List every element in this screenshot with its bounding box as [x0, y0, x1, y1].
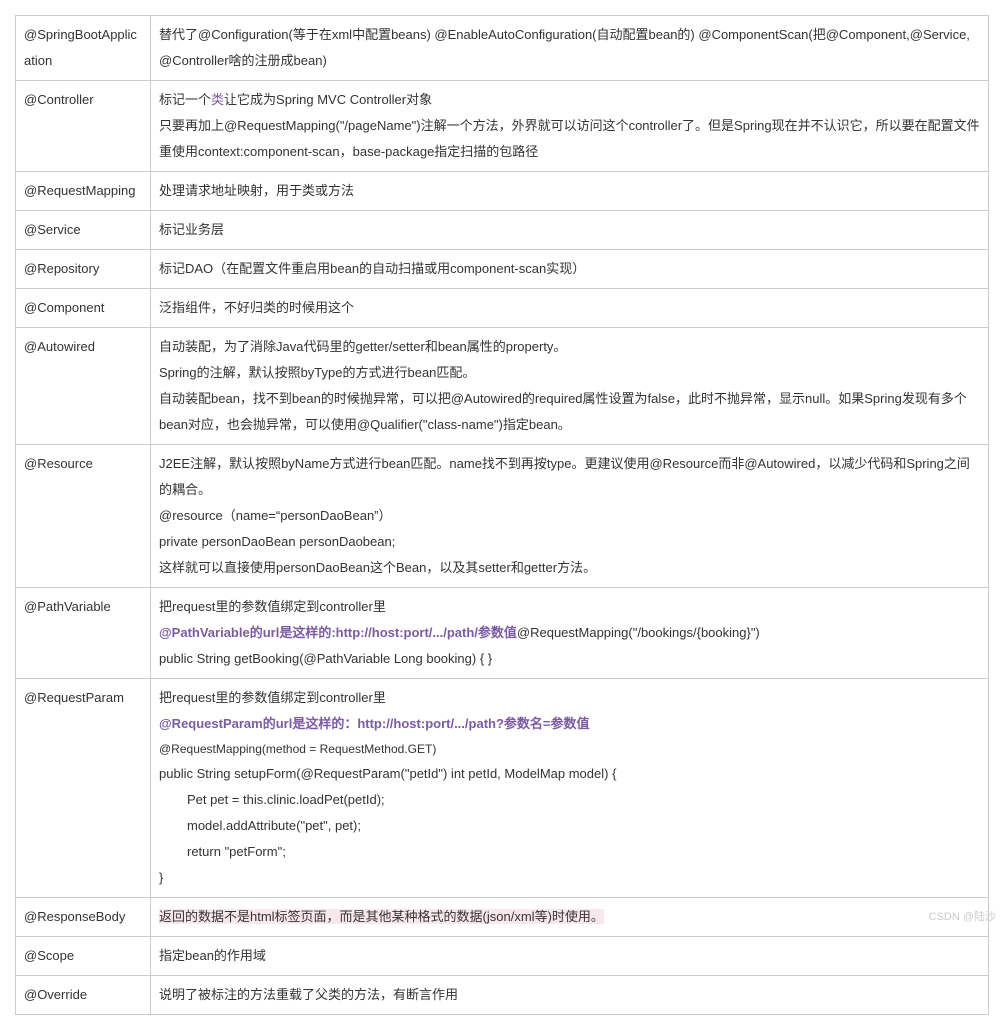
description-line: Pet pet = this.clinic.loadPet(petId); — [159, 787, 980, 813]
indented-code: Pet pet = this.clinic.loadPet(petId); — [159, 787, 980, 813]
annotation-name-cell: @Service — [16, 211, 151, 250]
annotation-description-cell: 标记DAO（在配置文件重启用bean的自动扫描或用component-scan实… — [151, 250, 989, 289]
description-line: J2EE注解，默认按照byName方式进行bean匹配。name找不到再按typ… — [159, 451, 980, 503]
annotation-name-cell: @Autowired — [16, 328, 151, 445]
annotation-description-cell: 标记业务层 — [151, 211, 989, 250]
description-line: @RequestMapping(method = RequestMethod.G… — [159, 737, 980, 761]
text-span: 类 — [211, 92, 224, 107]
annotation-name-cell: @RequestParam — [16, 679, 151, 898]
annotation-name-cell: @SpringBootApplication — [16, 16, 151, 81]
annotation-description-cell: 泛指组件，不好归类的时候用这个 — [151, 289, 989, 328]
table-row: @SpringBootApplication替代了@Configuration(… — [16, 16, 989, 81]
table-row: @Repository标记DAO（在配置文件重启用bean的自动扫描或用comp… — [16, 250, 989, 289]
description-line: @PathVariable的url是这样的:http://host:port/.… — [159, 620, 980, 646]
description-line: Spring的注解，默认按照byType的方式进行bean匹配。 — [159, 360, 980, 386]
annotation-description-cell: 说明了被标注的方法重载了父类的方法，有断言作用 — [151, 976, 989, 1015]
table-row: @Controller标记一个类让它成为Spring MVC Controlle… — [16, 81, 989, 172]
description-line: private personDaoBean personDaobean; — [159, 529, 980, 555]
annotation-description-cell: 指定bean的作用域 — [151, 937, 989, 976]
description-line: 标记一个类让它成为Spring MVC Controller对象 — [159, 87, 980, 113]
annotation-name-cell: @RequestMapping — [16, 172, 151, 211]
annotation-description-cell: 把request里的参数值绑定到controller里@RequestParam… — [151, 679, 989, 898]
description-line: } — [159, 865, 980, 891]
annotation-description-cell: 把request里的参数值绑定到controller里 @PathVariable… — [151, 588, 989, 679]
annotation-name-cell: @Scope — [16, 937, 151, 976]
annotation-description-cell: 替代了@Configuration(等于在xml中配置beans) @Enabl… — [151, 16, 989, 81]
table-row: @Override说明了被标注的方法重载了父类的方法，有断言作用 — [16, 976, 989, 1015]
text-span: @RequestMapping("/bookings/{booking}") — [517, 625, 760, 640]
text-span: 让它成为Spring MVC Controller对象 — [224, 92, 432, 107]
annotation-description-cell: 标记一个类让它成为Spring MVC Controller对象只要再加上@Re… — [151, 81, 989, 172]
description-line: 把request里的参数值绑定到controller里 — [159, 685, 980, 711]
description-line: public String setupForm(@RequestParam("p… — [159, 761, 980, 787]
table-row: @Component泛指组件，不好归类的时候用这个 — [16, 289, 989, 328]
annotation-name-cell: @Component — [16, 289, 151, 328]
text-span: @PathVariable的url是这样的:http://host:port/.… — [159, 625, 517, 640]
annotations-table: @SpringBootApplication替代了@Configuration(… — [15, 15, 989, 1015]
indented-code: return "petForm"; — [159, 839, 980, 865]
table-row: @Scope指定bean的作用域 — [16, 937, 989, 976]
text-span: 标记一个 — [159, 92, 211, 107]
description-line: 自动装配，为了消除Java代码里的getter/setter和bean属性的pr… — [159, 334, 980, 360]
description-line: @RequestParam的url是这样的：http://host:port/.… — [159, 711, 980, 737]
description-line: model.addAttribute("pet", pet); — [159, 813, 980, 839]
indented-code: model.addAttribute("pet", pet); — [159, 813, 980, 839]
description-line: public String getBooking(@PathVariable L… — [159, 646, 980, 672]
description-line: 自动装配bean，找不到bean的时候抛异常，可以把@Autowired的req… — [159, 386, 980, 438]
watermark: CSDN @陆沙 — [929, 908, 996, 924]
annotation-description-cell: 处理请求地址映射，用于类或方法 — [151, 172, 989, 211]
annotation-name-cell: @Controller — [16, 81, 151, 172]
highlighted-text: 返回的数据不是html标签页面，而是其他某种格式的数据(json/xml等)时使… — [159, 909, 604, 924]
description-line: 把request里的参数值绑定到controller里 — [159, 594, 980, 620]
annotation-name-cell: @Resource — [16, 445, 151, 588]
table-row: @RequestParam把request里的参数值绑定到controller里… — [16, 679, 989, 898]
description-line: 这样就可以直接使用personDaoBean这个Bean，以及其setter和g… — [159, 555, 980, 581]
description-line: @resource（name=“personDaoBean”） — [159, 503, 980, 529]
table-row: @ResourceJ2EE注解，默认按照byName方式进行bean匹配。nam… — [16, 445, 989, 588]
description-line: return "petForm"; — [159, 839, 980, 865]
annotation-name-cell: @Repository — [16, 250, 151, 289]
annotation-name-cell: @PathVariable — [16, 588, 151, 679]
table-row: @Autowired 自动装配，为了消除Java代码里的getter/setter… — [16, 328, 989, 445]
annotation-name-cell: @ResponseBody — [16, 898, 151, 937]
annotation-description-cell: 返回的数据不是html标签页面，而是其他某种格式的数据(json/xml等)时使… — [151, 898, 989, 937]
description-line: 只要再加上@RequestMapping("/pageName")注解一个方法，… — [159, 113, 980, 165]
table-row: @Service标记业务层 — [16, 211, 989, 250]
annotation-description-cell: J2EE注解，默认按照byName方式进行bean匹配。name找不到再按typ… — [151, 445, 989, 588]
annotation-name-cell: @Override — [16, 976, 151, 1015]
table-row: @ResponseBody 返回的数据不是html标签页面，而是其他某种格式的数据… — [16, 898, 989, 937]
table-row: @PathVariable把request里的参数值绑定到controller里… — [16, 588, 989, 679]
table-row: @RequestMapping处理请求地址映射，用于类或方法 — [16, 172, 989, 211]
annotation-description-cell: 自动装配，为了消除Java代码里的getter/setter和bean属性的pr… — [151, 328, 989, 445]
